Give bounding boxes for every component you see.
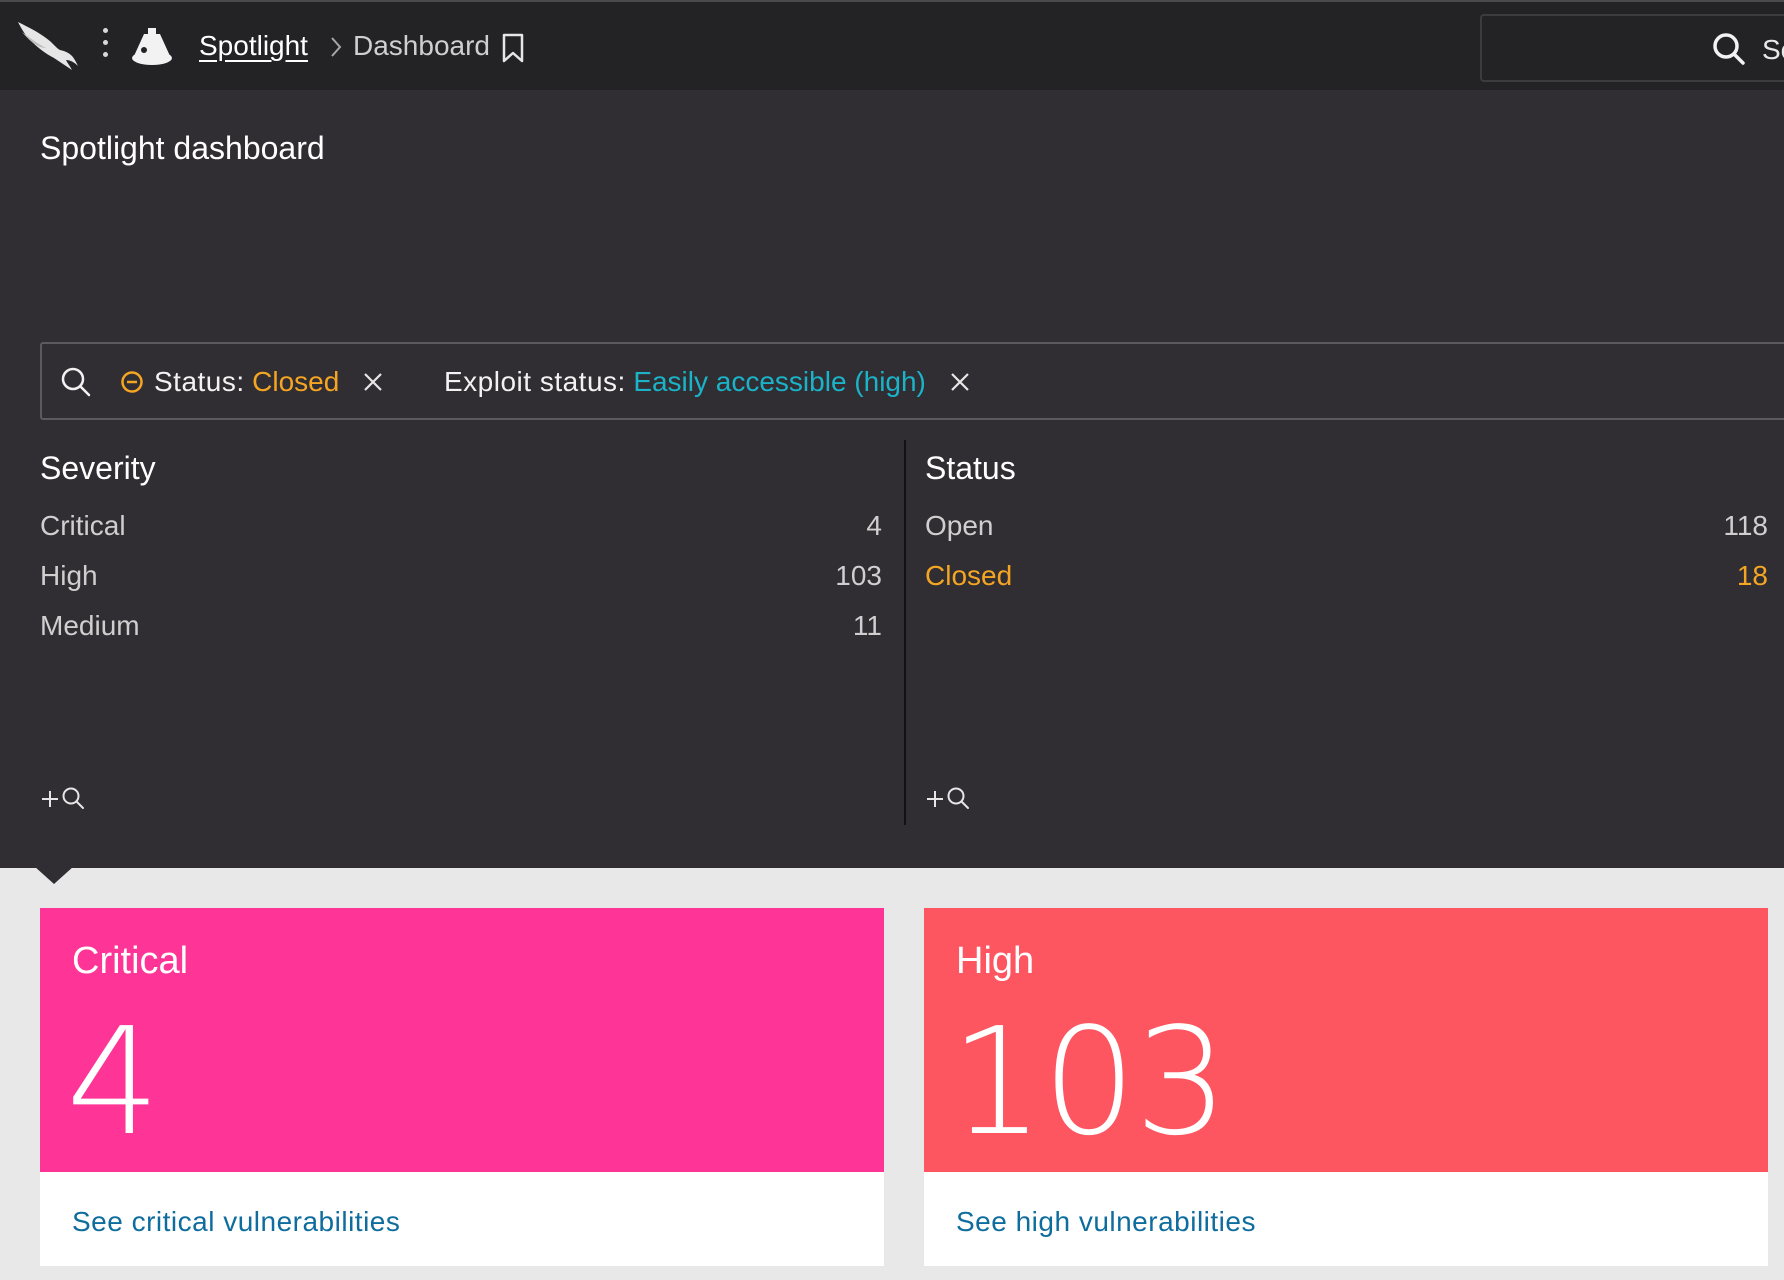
page-title: Spotlight dashboard: [40, 130, 325, 166]
filter-key: Exploit status: [444, 366, 618, 397]
breadcrumb-current: Dashboard: [353, 30, 490, 61]
remove-filter-icon[interactable]: [361, 370, 385, 394]
breadcrumb-spotlight-link[interactable]: Spotlight: [199, 30, 308, 62]
exclude-icon: [121, 371, 143, 393]
filter-colon: :: [236, 366, 245, 397]
card-value: 4: [66, 996, 160, 1168]
facet-row-label: Medium: [40, 610, 140, 641]
more-menu-icon[interactable]: [96, 28, 114, 68]
see-critical-vulnerabilities-link[interactable]: See critical vulnerabilities: [72, 1206, 400, 1238]
facet-row-open[interactable]: Open 118: [925, 510, 1768, 550]
high-card-header: High 103: [924, 908, 1768, 1172]
facet-row-label: High: [40, 560, 98, 591]
facet-row-count: 103: [835, 560, 882, 591]
facet-row-closed[interactable]: Closed 18: [925, 560, 1768, 600]
see-high-vulnerabilities-link[interactable]: See high vulnerabilities: [956, 1206, 1256, 1238]
add-filter-search-icon[interactable]: [40, 784, 90, 814]
facet-row-count: 18: [1736, 560, 1768, 591]
card-value: 103: [950, 996, 1228, 1168]
facet-row-medium[interactable]: Medium 11: [40, 610, 882, 650]
bookmark-icon[interactable]: [500, 33, 526, 63]
top-bar: Spotlight Dashboard Se: [0, 0, 1784, 90]
facet-row-label: Critical: [40, 510, 126, 541]
facet-row-label: Open: [925, 510, 994, 541]
filter-colon: :: [617, 366, 626, 397]
facet-row-count: 118: [1723, 510, 1768, 541]
filter-key: Status: [154, 366, 237, 397]
filter-chip-status[interactable]: Status: Closed: [120, 364, 385, 400]
section-pointer: [34, 866, 74, 884]
filter-chip-exploit-status[interactable]: Exploit status: Easily accessible (high): [444, 364, 972, 400]
add-filter-search-icon[interactable]: [925, 784, 975, 814]
status-facet: Status Open 118 Closed 18: [904, 440, 1768, 825]
critical-card-header: Critical 4: [40, 908, 884, 1172]
critical-card: Critical 4 See critical vulnerabilities: [40, 908, 884, 1266]
facet-row-count: 11: [852, 610, 882, 641]
facet-title: Severity: [40, 450, 156, 486]
facet-row-high[interactable]: High 103: [40, 560, 882, 600]
facet-title: Status: [925, 450, 1016, 486]
chevron-right-icon: [331, 37, 342, 57]
search-icon: [1713, 33, 1745, 65]
filter-value: Easily accessible (high): [633, 366, 926, 397]
filter-bar[interactable]: Status: Closed Exploit status: Easily ac…: [40, 342, 1784, 420]
facet-row-count: 4: [866, 510, 882, 541]
card-label: Critical: [72, 940, 189, 982]
filter-value: Closed: [252, 366, 340, 397]
card-label: High: [956, 940, 1035, 982]
remove-filter-icon[interactable]: [948, 370, 972, 394]
search-placeholder: Se: [1762, 34, 1784, 65]
high-card: High 103 See high vulnerabilities: [924, 908, 1768, 1266]
severity-facet: Severity Critical 4 High 103 Medium 11: [40, 440, 882, 825]
spotlight-app-icon: [132, 28, 172, 65]
falcon-logo-icon[interactable]: [16, 18, 80, 70]
facet-row-critical[interactable]: Critical 4: [40, 510, 882, 550]
facet-row-label: Closed: [925, 560, 1013, 591]
search-icon[interactable]: [60, 366, 92, 398]
global-search-input[interactable]: Se: [1480, 14, 1784, 82]
